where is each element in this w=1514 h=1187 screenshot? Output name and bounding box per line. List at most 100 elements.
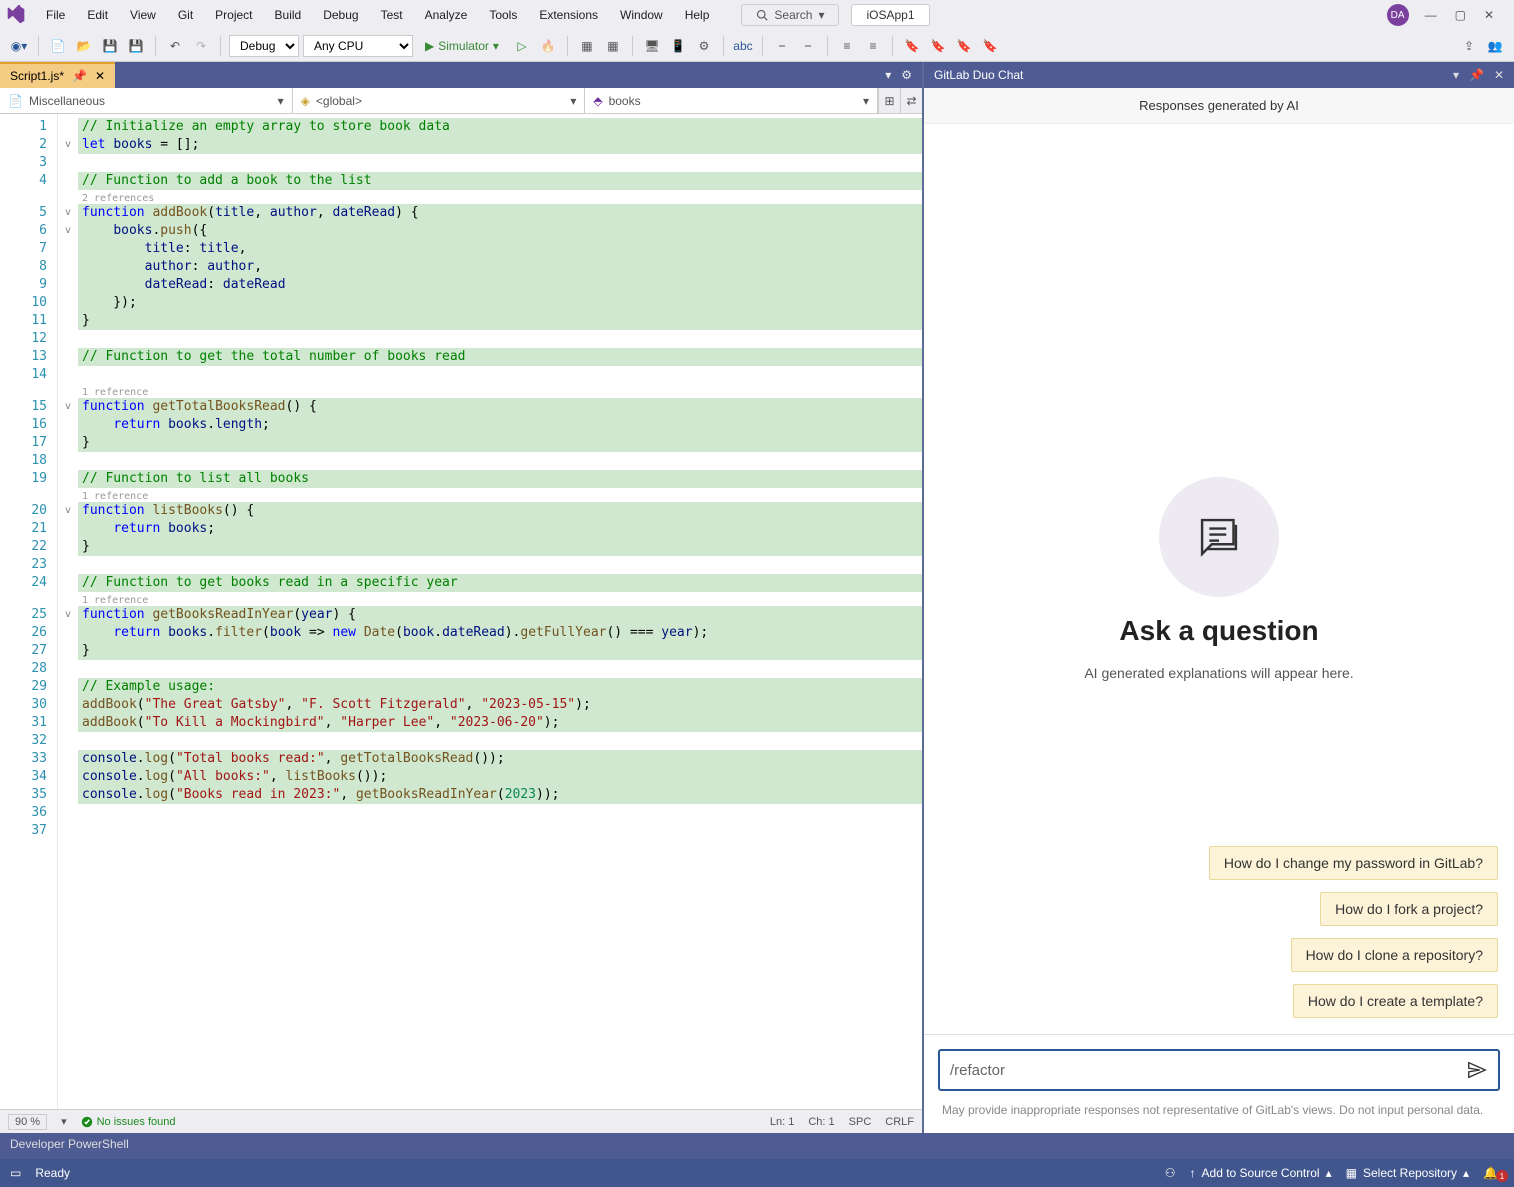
avatar[interactable]: DA — [1387, 4, 1409, 26]
menu-item-project[interactable]: Project — [205, 4, 262, 26]
suggestion-3[interactable]: How do I create a template? — [1293, 984, 1498, 1018]
live-share-button[interactable]: 👥 — [1484, 35, 1506, 57]
close-button[interactable]: ✕ — [1484, 8, 1494, 22]
chat-title-bar: GitLab Duo Chat ▾ 📌 ✕ — [924, 62, 1514, 88]
menu-item-test[interactable]: Test — [371, 4, 413, 26]
menu-item-file[interactable]: File — [36, 4, 75, 26]
tb-group-3[interactable]: ≡ — [836, 35, 858, 57]
code-editor[interactable]: 1234567891011121314151617181920212223242… — [0, 114, 922, 1109]
chat-pane: GitLab Duo Chat ▾ 📌 ✕ Responses generate… — [924, 62, 1514, 1133]
suggestion-1[interactable]: How do I fork a project? — [1320, 892, 1498, 926]
tb-icon-1[interactable]: ▦ — [576, 35, 598, 57]
namespace-combo[interactable]: ◈<global>▾ — [293, 88, 586, 113]
redo-button[interactable]: ↷ — [190, 35, 212, 57]
maximize-button[interactable]: ▢ — [1455, 8, 1466, 22]
source-control-label: Add to Source Control — [1202, 1166, 1320, 1180]
suggestion-list: How do I change my password in GitLab? Ho… — [1209, 846, 1498, 1018]
code-content[interactable]: // Initialize an empty array to store bo… — [78, 114, 922, 1109]
menu-item-window[interactable]: Window — [610, 4, 673, 26]
menu-item-debug[interactable]: Debug — [313, 4, 368, 26]
device-icon-3[interactable]: ⚙ — [693, 35, 715, 57]
tab-gear-icon[interactable]: ⚙ — [901, 68, 912, 82]
device-icon-2[interactable]: 📱 — [667, 35, 689, 57]
menu-item-view[interactable]: View — [120, 4, 166, 26]
line-ending[interactable]: CRLF — [885, 1116, 914, 1128]
chat-body: Ask a question AI generated explanations… — [924, 124, 1514, 1034]
search-box[interactable]: Search ▾ — [741, 4, 839, 26]
developer-powershell-tab[interactable]: Developer PowerShell — [0, 1133, 1514, 1159]
tab-dropdown-icon[interactable]: ▾ — [885, 68, 891, 82]
add-source-control[interactable]: ↑ Add to Source Control ▴ — [1190, 1166, 1332, 1180]
device-icon-1[interactable]: 🖥 — [641, 35, 663, 57]
editor-status-bar: 90 % ▾ No issues found Ln: 1 Ch: 1 SPC C… — [0, 1109, 922, 1133]
tb-group-1[interactable]: ⎯ — [771, 35, 793, 57]
navigation-bar: 📄Miscellaneous▾ ◈<global>▾ ⬘books▾ ⊞ ⇄ — [0, 88, 922, 114]
toolbar: ◉▾ 📄 📂 💾 💾 ↶ ↷ Debug Any CPU ▶ Simulator… — [0, 30, 1514, 62]
bookmark-icon-4[interactable]: 🔖 — [979, 35, 1001, 57]
line-number-gutter: 1234567891011121314151617181920212223242… — [0, 114, 58, 1109]
send-icon[interactable] — [1466, 1059, 1488, 1081]
minimize-button[interactable]: — — [1425, 8, 1437, 22]
menu-item-analyze[interactable]: Analyze — [415, 4, 478, 26]
platform-select[interactable]: Any CPU — [303, 35, 413, 57]
menu-item-extensions[interactable]: Extensions — [529, 4, 608, 26]
tb-group-2[interactable]: ⎯ — [797, 35, 819, 57]
select-repository[interactable]: ▦ Select Repository ▴ — [1346, 1166, 1469, 1180]
chat-dropdown-icon[interactable]: ▾ — [1453, 68, 1459, 82]
start-without-debug-button[interactable]: ▷ — [511, 35, 533, 57]
undo-button[interactable]: ↶ — [164, 35, 186, 57]
config-select[interactable]: Debug — [229, 35, 299, 57]
member-combo[interactable]: ⬘books▾ — [585, 88, 878, 113]
chat-input[interactable] — [950, 1062, 1456, 1079]
solution-name[interactable]: iOSApp1 — [851, 4, 929, 26]
zoom-level[interactable]: 90 % — [8, 1114, 47, 1130]
menu-item-build[interactable]: Build — [265, 4, 312, 26]
document-tab-active[interactable]: Script1.js* 📌 ✕ — [0, 62, 115, 88]
bookmark-icon-2[interactable]: 🔖 — [927, 35, 949, 57]
pin-icon[interactable]: 📌 — [72, 69, 87, 83]
new-item-button[interactable]: 📄 — [47, 35, 69, 57]
scope-combo[interactable]: 📄Miscellaneous▾ — [0, 88, 293, 113]
ready-label: Ready — [35, 1166, 70, 1180]
scope-label: Miscellaneous — [29, 94, 105, 108]
fold-column[interactable]: vvvvvv — [58, 114, 78, 1109]
back-nav-button[interactable]: ◉▾ — [8, 35, 30, 57]
chat-input-row — [938, 1049, 1500, 1091]
menu-item-edit[interactable]: Edit — [77, 4, 118, 26]
output-icon[interactable]: ▭ — [10, 1166, 21, 1180]
tb-group-4[interactable]: ≡ — [862, 35, 884, 57]
swap-button[interactable]: ⇄ — [900, 88, 922, 113]
char-indicator[interactable]: Ch: 1 — [808, 1116, 834, 1128]
chat-hero-icon — [1159, 477, 1279, 597]
repo-label: Select Repository — [1363, 1166, 1457, 1180]
chat-pin-icon[interactable]: 📌 — [1469, 68, 1484, 82]
notifications-button[interactable]: 🔔1 — [1483, 1166, 1504, 1180]
share-button[interactable]: ⇪ — [1458, 35, 1480, 57]
save-all-button[interactable]: 💾 — [125, 35, 147, 57]
hot-reload-button[interactable]: 🔥 — [537, 35, 559, 57]
menu-item-tools[interactable]: Tools — [479, 4, 527, 26]
bookmark-icon-1[interactable]: 🔖 — [901, 35, 923, 57]
split-view-button[interactable]: ⊞ — [878, 88, 900, 113]
member-label: books — [609, 94, 641, 108]
chevron-down-icon: ▾ — [818, 8, 824, 22]
menu-item-git[interactable]: Git — [168, 4, 203, 26]
issues-indicator[interactable]: No issues found — [81, 1116, 176, 1128]
suggestion-2[interactable]: How do I clone a repository? — [1291, 938, 1498, 972]
suggestion-0[interactable]: How do I change my password in GitLab? — [1209, 846, 1498, 880]
menu-item-help[interactable]: Help — [675, 4, 720, 26]
format-icon[interactable]: abc — [732, 35, 754, 57]
save-button[interactable]: 💾 — [99, 35, 121, 57]
chat-close-icon[interactable]: ✕ — [1494, 68, 1504, 82]
zoom-dropdown-icon[interactable]: ▾ — [61, 1115, 67, 1128]
line-indicator[interactable]: Ln: 1 — [770, 1116, 794, 1128]
tb-icon-2[interactable]: ▦ — [602, 35, 624, 57]
namespace-label: <global> — [316, 94, 362, 108]
copilot-icon[interactable]: ⚇ — [1165, 1166, 1176, 1180]
indent-mode[interactable]: SPC — [849, 1116, 872, 1128]
run-button[interactable]: ▶ Simulator ▾ — [417, 39, 507, 53]
close-tab-icon[interactable]: ✕ — [95, 69, 105, 83]
bookmark-icon-3[interactable]: 🔖 — [953, 35, 975, 57]
editor-pane: Script1.js* 📌 ✕ ▾ ⚙ 📄Miscellaneous▾ ◈<gl… — [0, 62, 924, 1133]
open-button[interactable]: 📂 — [73, 35, 95, 57]
